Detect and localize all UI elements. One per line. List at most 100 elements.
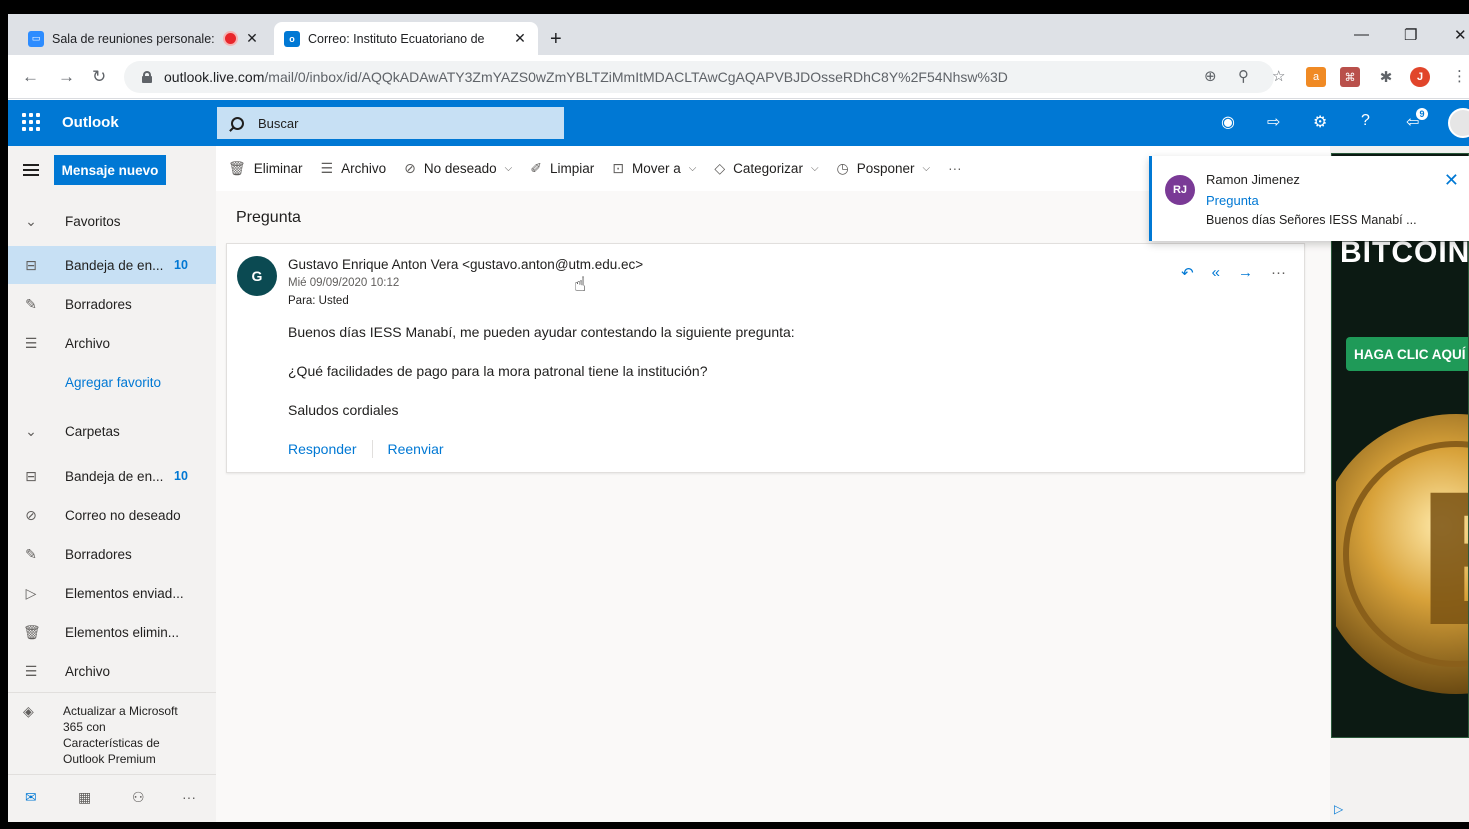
forward-link[interactable]: Reenviar [388, 441, 444, 457]
close-tab-icon[interactable]: ✕ [512, 30, 528, 47]
close-icon[interactable]: ✕ [1444, 170, 1459, 191]
folder-item-archive[interactable]: ☰ Archivo [8, 652, 216, 690]
send-icon: ▷ [25, 584, 37, 601]
junk-button[interactable]: ⊘ No deseado ⌵ [404, 160, 512, 177]
search-input[interactable]: Buscar [217, 107, 564, 139]
favorites-header[interactable]: ⌄ Favoritos [8, 202, 216, 240]
trash-icon: 🗑 [23, 623, 41, 640]
close-tab-icon[interactable]: ✕ [244, 30, 260, 47]
reply-links: Responder Reenviar [288, 440, 444, 458]
profile-avatar[interactable]: J [1410, 67, 1430, 87]
more-actions-button[interactable]: ··· [948, 161, 962, 176]
folder-item-sent[interactable]: ▷ Elementos enviad... [8, 574, 216, 612]
reply-icon[interactable]: ↶ [1181, 264, 1194, 282]
snooze-button[interactable]: ◷ Posponer ⌵ [837, 160, 931, 177]
message-card: G Gustavo Enrique Anton Vera <gustavo.an… [226, 243, 1305, 473]
todo-icon[interactable]: ⇨ [1267, 112, 1280, 132]
ad-column: BITCOIN HAGA CLIC AQUÍ B [1330, 146, 1469, 822]
add-favorite-link[interactable]: Agregar favorito [8, 363, 216, 401]
left-navigation: Mensaje nuevo ⌄ Favoritos ⊟ Bandeja de e… [8, 146, 216, 822]
more-options-icon[interactable]: ··· [1271, 264, 1286, 282]
divider [371, 440, 373, 458]
address-bar[interactable]: outlook.live.com/mail/0/inbox/id/AQQkADA… [124, 61, 1274, 93]
chevron-down-icon: ⌄ [25, 422, 37, 439]
help-icon[interactable]: ? [1361, 112, 1370, 130]
url-path: /mail/0/inbox/id/AQQkADAwATY3ZmYAZS0wZmY… [264, 69, 1008, 85]
people-icon[interactable]: ⚇ [132, 789, 145, 806]
app-title[interactable]: Outlook [62, 114, 119, 131]
account-avatar[interactable] [1448, 108, 1469, 138]
extension-shopping-icon[interactable]: a [1306, 67, 1326, 87]
pencil-icon: ✎ [25, 545, 37, 562]
new-tab-button[interactable]: + [550, 28, 562, 51]
extension-pdf-icon[interactable]: ⌘ [1340, 67, 1360, 87]
forward-icon[interactable]: → [1238, 264, 1253, 282]
categorize-button[interactable]: ◇ Categorizar ⌵ [714, 160, 818, 177]
body-line: Saludos cordiales [288, 402, 399, 418]
delete-button[interactable]: 🗑 Eliminar [228, 160, 303, 177]
recording-icon [225, 33, 236, 44]
body-line: ¿Qué facilidades de pago para la mora pa… [288, 363, 708, 379]
reload-icon[interactable]: ↻ [92, 67, 106, 87]
tab-outlook[interactable]: o Correo: Instituto Ecuatoriano de ✕ [274, 22, 538, 55]
outlook-header: Outlook Buscar ◉ ⇨ ⚙ ? ⇦ 9 [8, 100, 1469, 146]
ad-choices-icon[interactable]: ▷ [1334, 802, 1343, 816]
folder-item-deleted[interactable]: 🗑 Elementos elimin... [8, 613, 216, 651]
bitcoin-coin-image: B [1336, 414, 1469, 694]
tab-zoom-meeting[interactable]: ▭ Sala de reuniones personale: ✕ [18, 22, 270, 55]
app-launcher-icon[interactable] [22, 113, 40, 131]
zoom-icon[interactable]: ⚲ [1238, 67, 1249, 85]
back-icon[interactable]: ← [22, 67, 39, 87]
fav-item-inbox[interactable]: ⊟ Bandeja de en... 10 [8, 246, 216, 284]
reading-pane: Pregunta G Gustavo Enrique Anton Vera <g… [216, 191, 1330, 822]
hamburger-menu-icon[interactable] [23, 164, 39, 176]
tab-title: Correo: Instituto Ecuatoriano de [308, 31, 485, 46]
sender-address[interactable]: Gustavo Enrique Anton Vera <gustavo.anto… [288, 257, 643, 272]
broom-icon: ✐ [530, 160, 542, 176]
calendar-icon[interactable]: ▦ [78, 789, 91, 806]
svg-text:B: B [1414, 458, 1469, 667]
clock-icon: ◷ [836, 160, 849, 176]
hand-cursor-icon: ☝ [574, 274, 587, 296]
folder-item-junk[interactable]: ⊘ Correo no deseado [8, 496, 216, 534]
notification-badge: 9 [1416, 108, 1428, 120]
zoom-icon: ▭ [28, 30, 44, 47]
move-to-button[interactable]: ⊡ Mover a ⌵ [612, 160, 696, 177]
mail-icon[interactable]: ✉ [25, 789, 37, 806]
menu-kebab-icon[interactable]: ⋮ [1452, 67, 1467, 85]
restore-icon[interactable]: ❐ [1404, 26, 1417, 44]
message-actions: ↶ « → ··· [1181, 264, 1286, 282]
forward-icon[interactable]: → [58, 67, 75, 87]
extensions-puzzle-icon[interactable]: ✱ [1376, 67, 1396, 87]
fav-item-archive[interactable]: ☰ Archivo [8, 324, 216, 362]
archive-icon: ☰ [24, 662, 38, 679]
fav-item-drafts[interactable]: ✎ Borradores [8, 285, 216, 323]
settings-gear-icon[interactable]: ⚙ [1313, 112, 1327, 132]
sweep-button[interactable]: ✐ Limpiar [530, 160, 594, 177]
install-icon[interactable]: ⊕ [1204, 67, 1217, 85]
folder-item-drafts[interactable]: ✎ Borradores [8, 535, 216, 573]
sender-avatar[interactable]: G [237, 256, 277, 296]
ad-cta-button[interactable]: HAGA CLIC AQUÍ [1346, 337, 1468, 371]
reply-all-icon[interactable]: « [1212, 264, 1220, 282]
more-apps-icon[interactable]: ··· [182, 789, 196, 805]
inbox-icon: ⊟ [25, 467, 37, 484]
folder-item-inbox[interactable]: ⊟ Bandeja de en... 10 [8, 457, 216, 495]
skype-icon[interactable]: ◉ [1221, 112, 1235, 132]
archive-button[interactable]: ☰ Archivo [321, 160, 387, 177]
browser-window: ▭ Sala de reuniones personale: ✕ o Corre… [8, 14, 1469, 822]
folders-header[interactable]: ⌄ Carpetas [8, 412, 216, 450]
unread-count: 10 [174, 469, 188, 483]
chevron-down-icon: ⌄ [25, 212, 37, 229]
tab-title: Sala de reuniones personale: [52, 31, 215, 46]
bookmark-star-icon[interactable]: ☆ [1272, 67, 1285, 85]
close-window-icon[interactable]: ✕ [1454, 26, 1467, 44]
reply-link[interactable]: Responder [288, 441, 357, 457]
minimize-icon[interactable]: — [1354, 26, 1369, 43]
blocked-icon: ⊘ [404, 160, 416, 176]
new-mail-button[interactable]: Mensaje nuevo [54, 155, 166, 185]
url-host: outlook.live.com [164, 69, 265, 85]
upgrade-premium-link[interactable]: ◈ Actualizar a Microsoft 365 con Caracte… [8, 692, 216, 774]
tab-strip: ▭ Sala de reuniones personale: ✕ o Corre… [8, 14, 1469, 55]
new-mail-notification[interactable]: RJ Ramon Jimenez Pregunta Buenos días Se… [1149, 156, 1469, 241]
